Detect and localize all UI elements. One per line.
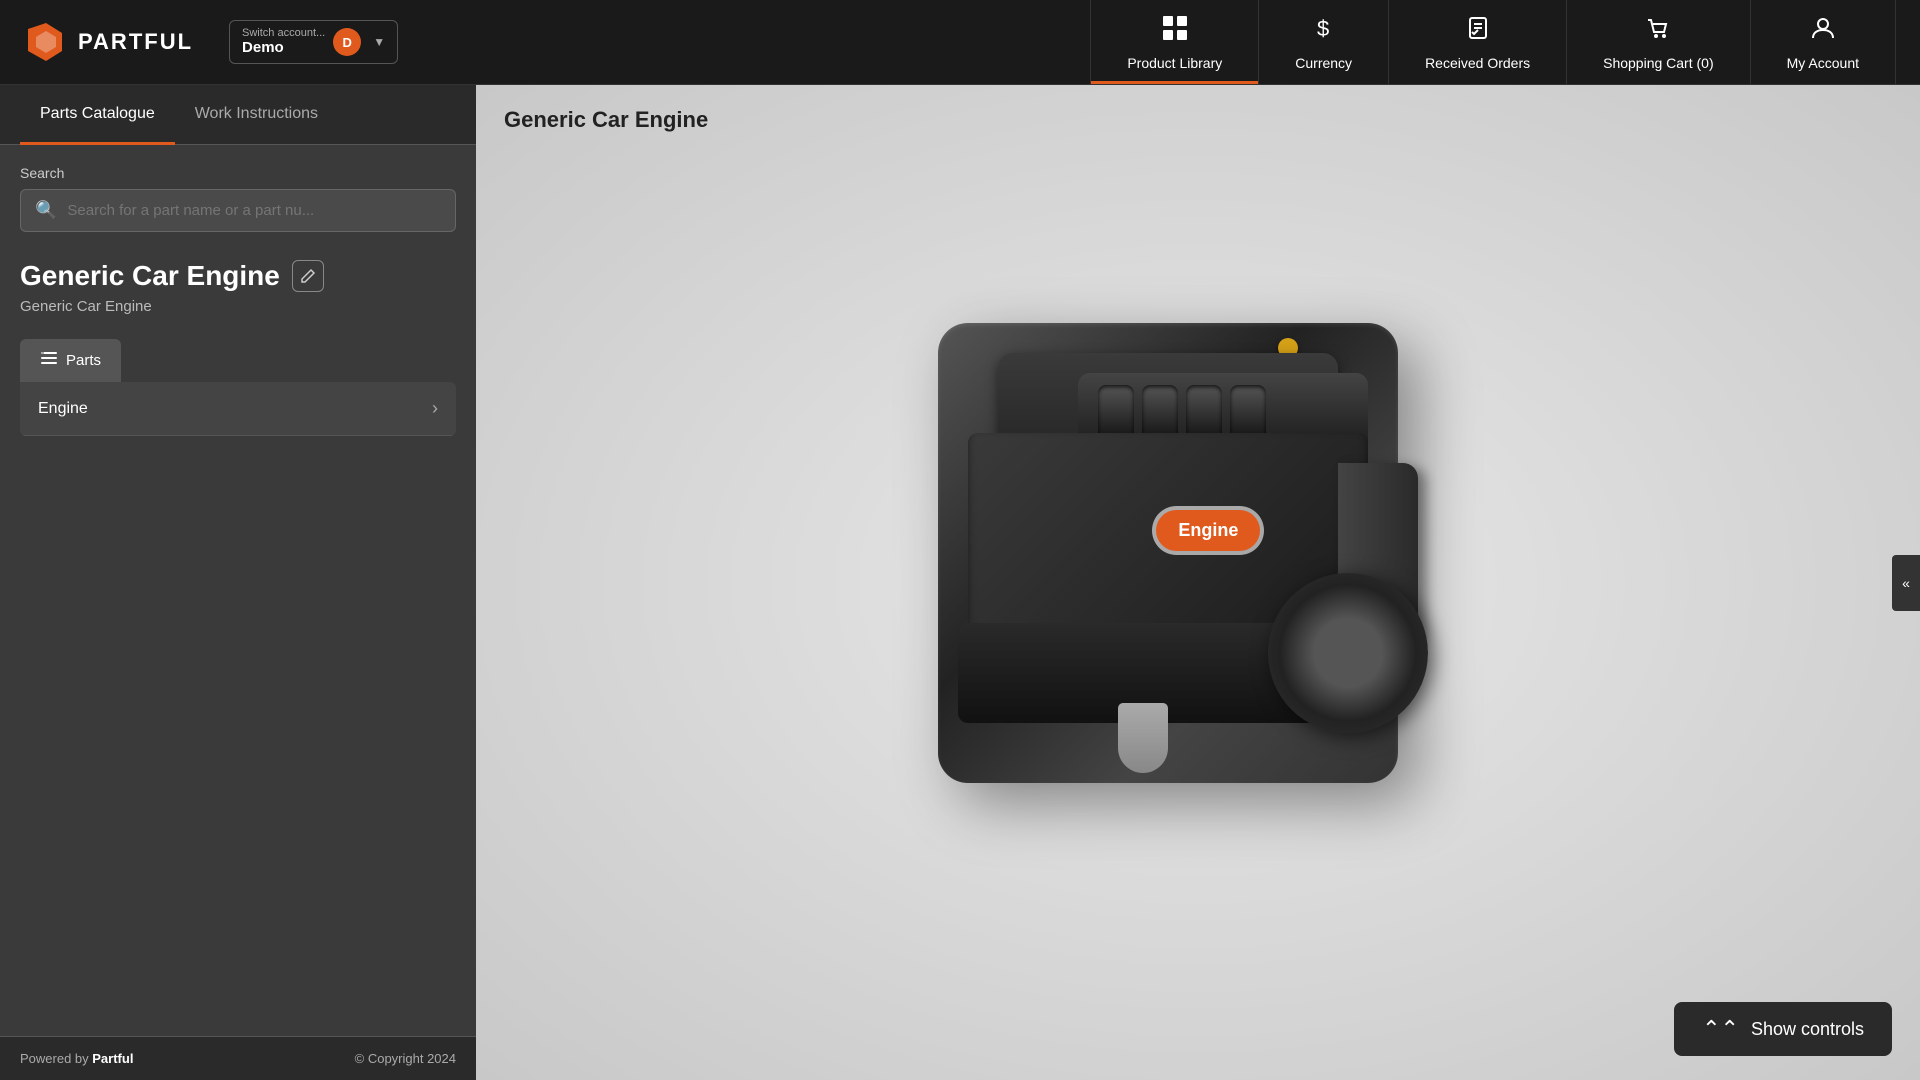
tab-work-instructions[interactable]: Work Instructions xyxy=(175,85,338,145)
main-layout: Parts Catalogue Work Instructions Search… xyxy=(0,85,1920,1080)
dollar-icon: $ xyxy=(1310,14,1338,49)
svg-text:$: $ xyxy=(1317,16,1329,41)
engine-shape xyxy=(938,323,1398,783)
nav-label-my-account: My Account xyxy=(1787,55,1859,71)
collapse-icon: « xyxy=(1902,575,1910,591)
product-title-text: Generic Car Engine xyxy=(20,260,280,292)
list-item[interactable]: Engine › xyxy=(20,382,456,436)
show-controls-label: Show controls xyxy=(1751,1019,1864,1040)
nav-item-received-orders[interactable]: Received Orders xyxy=(1389,0,1567,84)
flywheel xyxy=(1268,573,1428,733)
show-controls-button[interactable]: ⌃⌃ Show controls xyxy=(1674,1002,1892,1056)
cart-icon xyxy=(1644,14,1672,49)
footer-copyright: © Copyright 2024 xyxy=(355,1051,456,1066)
engine-container: Engine xyxy=(938,323,1458,843)
user-icon xyxy=(1809,14,1837,49)
header-nav: Product Library $ Currency Received Orde xyxy=(1090,0,1896,84)
product-subtitle: Generic Car Engine xyxy=(20,298,456,315)
logo-text: PARTFUL xyxy=(78,29,193,55)
parts-tab-label: Parts xyxy=(66,352,101,369)
partful-link[interactable]: Partful xyxy=(92,1051,133,1066)
chevron-right-icon: › xyxy=(432,398,438,419)
nav-label-currency: Currency xyxy=(1295,55,1352,71)
nav-item-shopping-cart[interactable]: Shopping Cart (0) xyxy=(1567,0,1751,84)
search-icon: 🔍 xyxy=(35,200,57,221)
sidebar-footer: Powered by Partful © Copyright 2024 xyxy=(0,1036,476,1080)
grid-icon xyxy=(1161,14,1189,49)
parts-list: Engine › xyxy=(20,382,456,436)
partful-logo-icon xyxy=(24,21,66,63)
account-name: Demo xyxy=(242,39,284,56)
tab-parts-catalogue[interactable]: Parts Catalogue xyxy=(20,85,175,145)
nav-label-shopping-cart: Shopping Cart (0) xyxy=(1603,55,1714,71)
parts-icon xyxy=(40,349,58,372)
header: PARTFUL Switch account... Demo D ▼ Produ… xyxy=(0,0,1920,85)
nav-item-currency[interactable]: $ Currency xyxy=(1259,0,1389,84)
dropdown-arrow-icon: ▼ xyxy=(373,35,385,49)
account-avatar: D xyxy=(333,28,361,56)
sidebar-content: Search 🔍 Generic Car Engine Generic Car … xyxy=(0,145,476,1036)
product-title-row: Generic Car Engine xyxy=(20,260,456,292)
view-title: Generic Car Engine xyxy=(504,107,708,133)
account-switcher[interactable]: Switch account... Demo D ▼ xyxy=(229,20,398,64)
logo-area: PARTFUL xyxy=(24,21,193,63)
collapse-panel-button[interactable]: « xyxy=(1892,555,1920,611)
nav-item-product-library[interactable]: Product Library xyxy=(1090,0,1259,84)
engine-label-text: Engine xyxy=(1178,520,1238,540)
sidebar: Parts Catalogue Work Instructions Search… xyxy=(0,85,476,1080)
parts-tab-button[interactable]: Parts xyxy=(20,339,121,382)
search-input[interactable] xyxy=(67,202,441,219)
engine-cap xyxy=(1118,703,1168,773)
nav-label-received-orders: Received Orders xyxy=(1425,55,1530,71)
controls-icon: ⌃⌃ xyxy=(1702,1016,1739,1042)
sidebar-tabs: Parts Catalogue Work Instructions xyxy=(0,85,476,145)
engine-label-bubble[interactable]: Engine xyxy=(1156,510,1260,551)
footer-powered-by: Powered by Partful xyxy=(20,1051,133,1066)
part-item-name: Engine xyxy=(38,400,88,418)
nav-item-my-account[interactable]: My Account xyxy=(1751,0,1896,84)
view-area: Generic Car Engine xyxy=(476,85,1920,1080)
nav-label-product-library: Product Library xyxy=(1127,55,1222,71)
search-label: Search xyxy=(20,165,456,181)
switch-account-label: Switch account... xyxy=(242,27,325,39)
checklist-icon xyxy=(1464,14,1492,49)
search-box[interactable]: 🔍 xyxy=(20,189,456,232)
edit-button[interactable] xyxy=(292,260,324,292)
